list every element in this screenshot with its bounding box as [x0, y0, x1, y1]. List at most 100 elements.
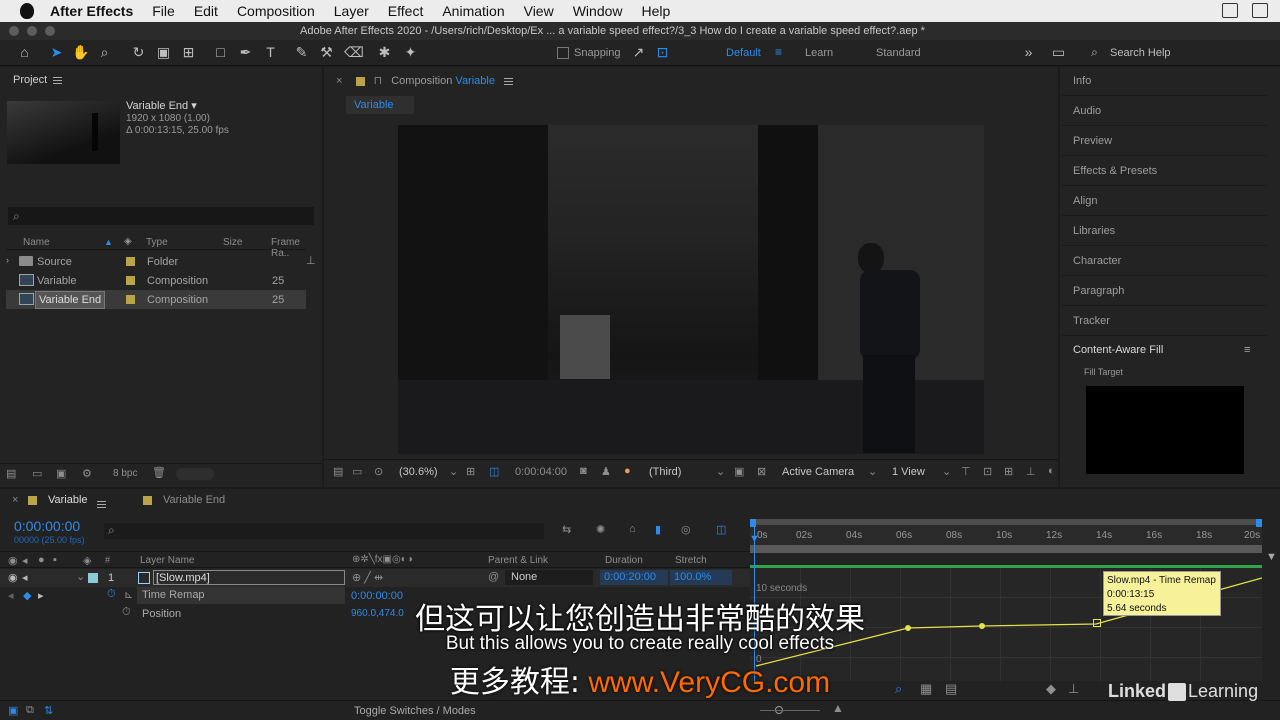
flowchart-icon[interactable]: ⊥: [306, 254, 316, 267]
new-composition-icon[interactable]: ▣: [56, 467, 66, 480]
current-time-display[interactable]: 0:00:04:00: [515, 466, 567, 478]
column-type[interactable]: Type: [146, 237, 168, 248]
panel-effects-presets[interactable]: Effects & Presets: [1062, 157, 1267, 186]
monitor-icon[interactable]: ▭: [352, 465, 362, 478]
panel-paragraph[interactable]: Paragraph: [1062, 277, 1267, 306]
lock-switch-icon[interactable]: ▪: [53, 554, 57, 566]
fast-previews-icon[interactable]: ⊡: [983, 465, 992, 478]
bit-depth-button[interactable]: 8 bpc: [113, 468, 137, 479]
resolution-dropdown[interactable]: (Third): [649, 466, 681, 478]
work-area-end[interactable]: [1256, 519, 1262, 527]
expand-folder-icon[interactable]: ›: [6, 255, 9, 265]
rectangle-tool-icon[interactable]: □: [212, 44, 229, 61]
workspace-learn[interactable]: Learn: [805, 47, 833, 59]
label-color-swatch[interactable]: [126, 257, 135, 266]
chevron-down-icon[interactable]: ⌄: [449, 465, 458, 478]
zoom-tool-icon[interactable]: ⌕: [96, 44, 113, 61]
magnification-dropdown[interactable]: (30.6%): [399, 466, 438, 478]
notes-icon[interactable]: [1222, 3, 1238, 18]
display-icon[interactable]: [1252, 3, 1268, 18]
label-color-swatch[interactable]: [126, 276, 135, 285]
content-aware-fill-menu-icon[interactable]: ≡: [1244, 344, 1250, 356]
stretch-column[interactable]: Stretch: [675, 555, 707, 566]
panel-preview[interactable]: Preview: [1062, 127, 1267, 156]
snapshot-icon[interactable]: ◙: [580, 465, 587, 477]
sort-ascending-icon[interactable]: ▲: [104, 237, 113, 247]
region-of-interest-icon[interactable]: ▣: [734, 465, 744, 478]
camera-tool-icon[interactable]: ▣: [155, 44, 172, 61]
zoom-slider[interactable]: [760, 710, 820, 711]
selection-tool-icon[interactable]: ➤: [48, 44, 65, 61]
composition-mini-flowchart-icon[interactable]: ⇆: [562, 523, 571, 536]
in-out-toggle-icon[interactable]: ⇅: [44, 704, 53, 717]
project-menu-icon[interactable]: [53, 76, 63, 84]
menu-animation[interactable]: Animation: [442, 3, 504, 19]
lock-icon[interactable]: ⊓: [374, 75, 383, 87]
duration-column[interactable]: Duration: [605, 555, 643, 566]
work-area-start[interactable]: [750, 519, 756, 527]
composition-viewer[interactable]: [398, 125, 984, 454]
zoom-window-button[interactable]: [45, 26, 55, 36]
rotate-tool-icon[interactable]: ↻: [130, 44, 147, 61]
composition-header-name[interactable]: Variable: [455, 75, 495, 87]
mask-visibility-icon[interactable]: ⊙: [374, 465, 383, 478]
transfer-controls-icon[interactable]: ⧉: [26, 704, 34, 717]
timeline-menu-icon[interactable]: [97, 500, 106, 508]
pan-behind-tool-icon[interactable]: ⊞: [180, 44, 197, 61]
layer-label-swatch[interactable]: [88, 573, 98, 583]
audio-switch-icon[interactable]: ◂: [22, 554, 28, 567]
video-visibility-icon[interactable]: ◉: [8, 571, 18, 584]
snapping-checkbox[interactable]: [557, 47, 569, 59]
column-size[interactable]: Size: [223, 237, 242, 248]
pen-tool-icon[interactable]: ✒: [237, 44, 254, 61]
chevron-down-icon[interactable]: ⌄: [76, 570, 85, 583]
timeline-icon[interactable]: ⊞: [1004, 465, 1013, 478]
layer-row[interactable]: ◉ ◂ ⌄ 1 [Slow.mp4] ⊕ ╱ ⇹ @ None 0:00:20:…: [0, 569, 750, 587]
work-area-bar[interactable]: [750, 519, 1262, 525]
menu-edit[interactable]: Edit: [194, 3, 218, 19]
timeline-tab-variable-end[interactable]: Variable End: [163, 494, 225, 506]
menu-layer[interactable]: Layer: [334, 3, 369, 19]
interpret-footage-icon[interactable]: ▤: [6, 467, 16, 480]
audio-toggle-icon[interactable]: ◂: [22, 571, 28, 584]
transparency-icon[interactable]: ⊠: [757, 465, 766, 478]
app-menu[interactable]: After Effects: [50, 3, 133, 19]
label-tag-icon[interactable]: ◈: [83, 554, 91, 567]
composition-menu-icon[interactable]: [504, 77, 514, 85]
time-ruler[interactable]: 0s 02s 04s 06s 08s 10s 12s 14s 16s 18s 2…: [750, 519, 1262, 553]
timeline-timecode[interactable]: 0:00:00:00: [14, 518, 80, 534]
label-color-swatch[interactable]: [126, 295, 135, 304]
exposure-icon[interactable]: ◐: [1048, 465, 1055, 477]
minimize-window-button[interactable]: [27, 26, 37, 36]
parent-dropdown[interactable]: None: [505, 570, 593, 585]
solo-switch-icon[interactable]: ●: [38, 554, 45, 566]
content-aware-fill-title[interactable]: Content-Aware Fill: [1073, 344, 1163, 356]
toggle-pixel-aspect-icon[interactable]: ⊤: [961, 465, 971, 478]
panel-align[interactable]: Align: [1062, 187, 1267, 216]
chevron-down-icon[interactable]: ⌄: [716, 465, 725, 478]
roto-brush-tool-icon[interactable]: ✱: [376, 44, 393, 61]
toggle-switches-modes[interactable]: Toggle Switches / Modes: [354, 705, 476, 717]
snap-icon[interactable]: ↗: [630, 44, 647, 61]
layer-switches-icons[interactable]: ⊕ ╱ ⇹: [352, 571, 383, 584]
eraser-tool-icon[interactable]: ⌫: [344, 44, 364, 61]
composition-tab-variable[interactable]: Variable: [346, 96, 414, 114]
comp-marker-icon[interactable]: ▼: [1266, 551, 1277, 563]
panel-libraries[interactable]: Libraries: [1062, 217, 1267, 246]
project-panel-title[interactable]: Project: [13, 74, 47, 86]
menu-help[interactable]: Help: [642, 3, 671, 19]
layer-name-column[interactable]: Layer Name: [140, 555, 194, 566]
draft-3d-icon[interactable]: ✺: [596, 523, 605, 536]
close-window-button[interactable]: [9, 26, 19, 36]
layer-duration-bar[interactable]: [750, 545, 1262, 553]
panel-info[interactable]: Info: [1062, 67, 1267, 96]
snap-grid-icon[interactable]: ⊡: [654, 44, 671, 61]
panel-character[interactable]: Character: [1062, 247, 1267, 276]
layer-duration[interactable]: 0:00:20:00: [600, 570, 668, 585]
brush-tool-icon[interactable]: ✎: [293, 44, 310, 61]
chevron-down-icon[interactable]: ⌄: [942, 465, 951, 478]
more-workspaces-icon[interactable]: »: [1020, 44, 1037, 61]
new-folder-icon[interactable]: ▭: [32, 467, 42, 480]
menu-view[interactable]: View: [524, 3, 554, 19]
safe-margins-icon[interactable]: ⊞: [466, 465, 475, 478]
